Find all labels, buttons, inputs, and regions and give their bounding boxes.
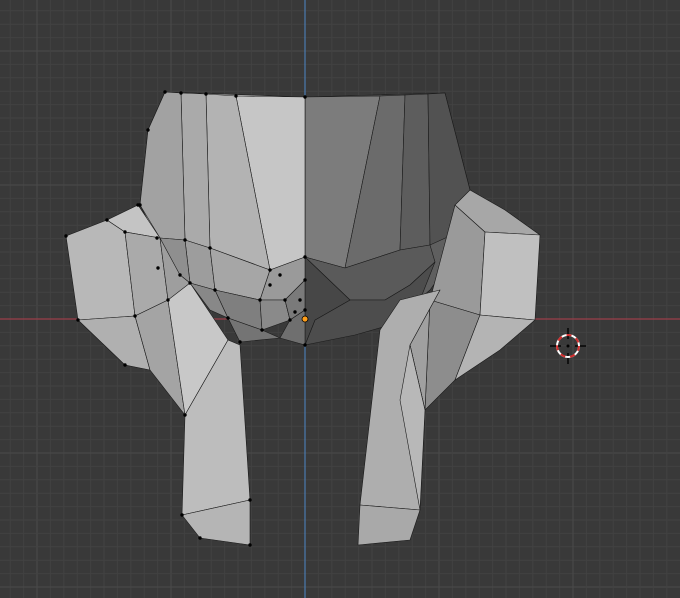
mesh-vertex[interactable] [178,273,182,277]
mesh-vertex[interactable] [293,310,297,314]
mesh-vertex[interactable] [183,238,187,242]
mesh-face [259,299,291,331]
mesh-vertex[interactable] [303,343,307,347]
mesh-face [180,92,211,249]
mesh-vertex[interactable] [303,95,307,99]
mesh-vertex[interactable] [123,230,127,234]
mesh-vertex[interactable] [180,513,184,517]
mesh-vertex[interactable] [268,268,272,272]
mesh-vertex[interactable] [238,340,242,344]
mesh-vertex[interactable] [166,298,170,302]
mesh-vertex[interactable] [105,218,109,222]
mesh-vertex[interactable] [234,94,238,98]
3d-viewport[interactable] [0,0,680,598]
mesh-vertex[interactable] [226,316,230,320]
mesh-vertex[interactable] [188,281,192,285]
mesh-vertex[interactable] [303,308,307,312]
mesh-vertex[interactable] [183,413,187,417]
mesh-vertex[interactable] [64,234,68,238]
mesh-vertex[interactable] [288,318,292,322]
mesh-vertex[interactable] [260,328,264,332]
mesh-vertex[interactable] [258,298,262,302]
object-origin-icon[interactable] [301,315,309,323]
mesh-vertex[interactable] [303,278,307,282]
mesh-vertex[interactable] [136,203,140,207]
mesh-vertex[interactable] [283,298,287,302]
mesh-vertex[interactable] [198,536,202,540]
mesh-vertex[interactable] [298,298,302,302]
mesh-face [479,231,541,321]
mesh-vertex[interactable] [248,498,252,502]
mesh-vertex[interactable] [208,246,212,250]
mesh-vertex[interactable] [156,266,160,270]
mesh-vertex[interactable] [204,92,208,96]
mesh-vertex[interactable] [248,543,252,547]
mesh-vertex[interactable] [303,255,307,259]
mesh-face [399,93,431,251]
mesh-vertex[interactable] [146,128,150,132]
mesh-vertex[interactable] [133,314,137,318]
mesh-vertex[interactable] [123,363,127,367]
mesh-vertex[interactable] [179,91,183,95]
mesh-face [357,504,421,546]
mesh-vertex[interactable] [163,90,167,94]
mesh-vertex[interactable] [213,288,217,292]
mesh-face [65,219,136,321]
mesh-vertex[interactable] [268,283,272,287]
mesh-vertex[interactable] [278,273,282,277]
mesh-vertex[interactable] [76,318,80,322]
3d-cursor-icon[interactable] [550,328,586,364]
mesh-vertex[interactable] [155,236,159,240]
